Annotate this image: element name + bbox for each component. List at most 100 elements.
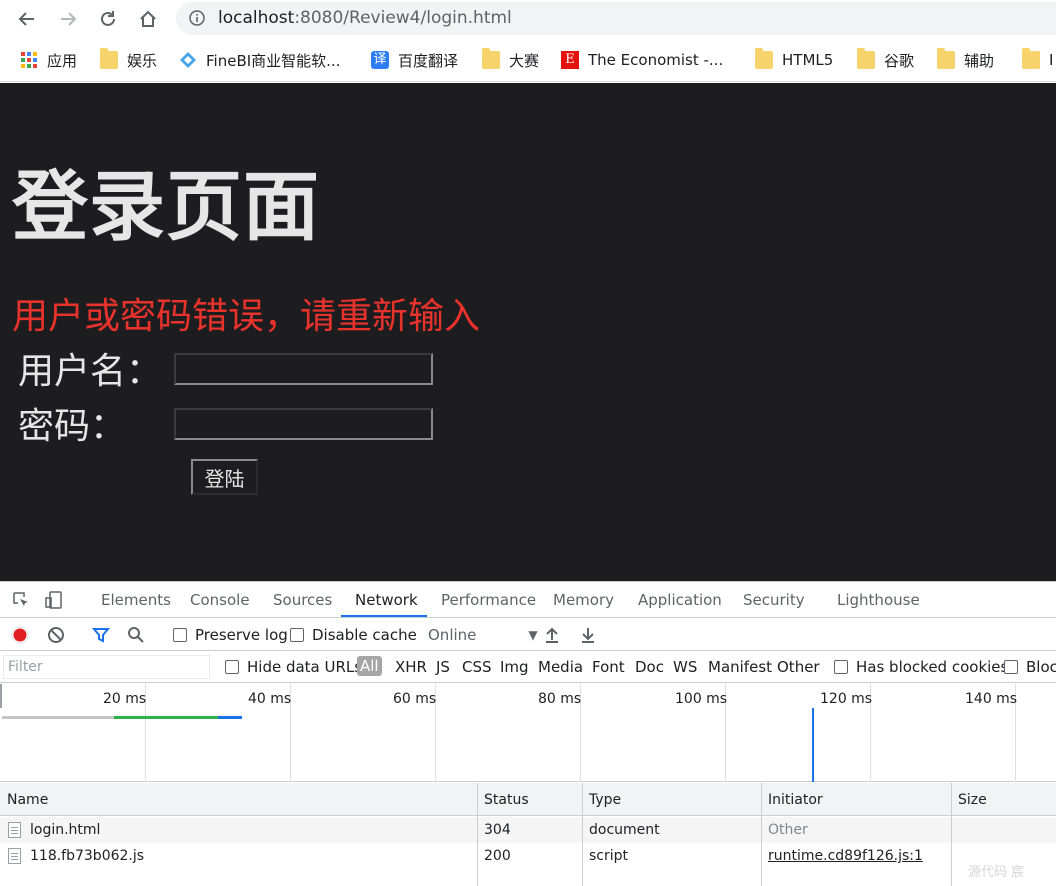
hide-data-urls-checkbox[interactable]: Hide data URLs (225, 658, 362, 676)
timeline-tick-label: 40 ms (248, 691, 292, 707)
economist-icon: E (561, 51, 579, 69)
filter-type-manifest[interactable]: Manifest (708, 658, 772, 676)
bookmark-folder-entertainment[interactable]: 娱乐 (100, 48, 157, 71)
download-icon[interactable] (579, 626, 597, 644)
bookmark-label: 谷歌 (884, 51, 915, 70)
filter-type-all[interactable]: All (357, 656, 382, 676)
clear-icon[interactable] (47, 626, 65, 644)
url-path: :8080/Review4/login.html (294, 8, 512, 28)
checkbox-box (173, 628, 187, 642)
column-header-type[interactable]: Type (589, 792, 621, 808)
bookmark-folder-google[interactable]: 谷歌 (857, 48, 915, 71)
filter-type-doc[interactable]: Doc (635, 658, 664, 676)
checkbox-box (290, 628, 304, 642)
preserve-log-label: Preserve log (195, 626, 288, 644)
table-row[interactable]: login.html 304 document Other (0, 817, 1056, 843)
folder-icon (857, 48, 875, 69)
bookmark-folder-assist[interactable]: 辅助 (937, 48, 995, 71)
has-blocked-cookies-label: Has blocked cookies (856, 658, 1009, 676)
column-divider[interactable] (951, 783, 952, 886)
request-table-header: Name Status Type Initiator Size (0, 783, 1056, 816)
disable-cache-checkbox[interactable]: Disable cache (290, 626, 417, 644)
document-icon (8, 848, 21, 864)
bookmark-finebi[interactable]: FineBI商业智能软... (179, 49, 340, 71)
filter-input[interactable]: Filter (3, 655, 210, 679)
hide-data-urls-label: Hide data URLs (247, 658, 363, 676)
filter-type-xhr[interactable]: XHR (395, 658, 427, 676)
tab-sources[interactable]: Sources (273, 591, 332, 609)
column-divider[interactable] (582, 783, 583, 886)
request-type: script (589, 848, 629, 864)
request-initiator-link[interactable]: runtime.cd89f126.js:1 (768, 848, 923, 864)
reload-button[interactable] (96, 7, 120, 31)
tab-security[interactable]: Security (743, 591, 805, 609)
bookmark-apps[interactable]: 应用 (20, 49, 77, 71)
bookmark-label: 大赛 (509, 51, 540, 70)
password-field[interactable] (174, 408, 433, 440)
tab-lighthouse[interactable]: Lighthouse (837, 591, 920, 609)
column-header-size[interactable]: Size (958, 792, 987, 808)
preserve-log-checkbox[interactable]: Preserve log (173, 626, 288, 644)
bookmark-economist[interactable]: E The Economist -... (561, 49, 723, 71)
column-divider[interactable] (761, 783, 762, 886)
blocked-requests-label: Block (1026, 658, 1056, 676)
filter-bar: Filter Hide data URLs All XHR JS CSS Img… (0, 652, 1056, 683)
baidu-translate-icon: 译 (371, 51, 389, 69)
reload-icon (101, 11, 115, 26)
has-blocked-cookies-checkbox[interactable]: Has blocked cookies (834, 658, 1008, 676)
username-field[interactable] (174, 353, 433, 385)
filter-type-img[interactable]: Img (500, 658, 529, 676)
folder-icon (937, 48, 955, 69)
timeline-tick-label: 80 ms (538, 691, 582, 707)
forward-button[interactable] (56, 7, 80, 31)
checkbox-box (1004, 660, 1018, 674)
bookmarks-bar: 应用 娱乐 FineBI商业智能软... 译 百度翻译 大赛 E The Eco… (0, 38, 1056, 82)
column-header-name[interactable]: Name (7, 792, 48, 808)
disable-cache-label: Disable cache (312, 626, 417, 644)
timeline-waterfall-bar (2, 716, 114, 719)
throttling-select[interactable]: Online ▼ (428, 626, 538, 644)
inspect-element-icon[interactable] (11, 590, 31, 610)
back-button[interactable] (15, 7, 39, 31)
timeline-tick-label: 140 ms (965, 691, 1018, 707)
bookmark-baidu-translate[interactable]: 译 百度翻译 (371, 49, 458, 71)
tab-console[interactable]: Console (190, 591, 250, 609)
bookmark-folder-html5[interactable]: HTML5 (755, 48, 833, 71)
tab-application[interactable]: Application (638, 591, 722, 609)
timeline-overview[interactable]: 20 ms 40 ms 60 ms 80 ms 100 ms 120 ms 14… (0, 684, 1056, 782)
filter-icon[interactable] (92, 626, 110, 644)
info-icon[interactable] (189, 10, 205, 26)
filter-type-media[interactable]: Media (538, 658, 583, 676)
checkbox-box (834, 660, 848, 674)
device-toolbar-icon[interactable] (44, 590, 64, 610)
blocked-requests-checkbox[interactable]: Block (1004, 658, 1056, 676)
filter-type-font[interactable]: Font (592, 658, 625, 676)
timeline-tick-label: 120 ms (820, 691, 873, 707)
column-divider[interactable] (477, 783, 478, 886)
filter-type-css[interactable]: CSS (462, 658, 492, 676)
home-button[interactable] (136, 7, 160, 31)
search-icon[interactable] (127, 626, 145, 644)
tab-elements[interactable]: Elements (101, 591, 171, 609)
bookmark-label: 辅助 (964, 51, 995, 70)
bookmark-label: FineBI商业智能软... (206, 51, 341, 70)
record-icon[interactable] (11, 626, 29, 644)
tab-performance[interactable]: Performance (441, 591, 536, 609)
upload-icon[interactable] (543, 626, 561, 644)
password-label: 密码： (18, 406, 127, 447)
table-row[interactable]: 118.fb73b062.js 200 script runtime.cd89f… (0, 843, 1056, 869)
filter-type-other[interactable]: Other (777, 658, 820, 676)
watermark: 源代码 宸 (968, 865, 1025, 880)
column-header-initiator[interactable]: Initiator (768, 792, 823, 808)
filter-type-js[interactable]: JS (436, 658, 450, 676)
tab-network[interactable]: Network (355, 591, 418, 609)
column-header-status[interactable]: Status (484, 792, 529, 808)
bookmark-folder-contest[interactable]: 大赛 (482, 48, 540, 71)
filter-type-ws[interactable]: WS (673, 658, 697, 676)
bookmark-folder-overflow[interactable]: I (1022, 48, 1053, 71)
address-bar[interactable]: localhost:8080/Review4/login.html (176, 2, 1056, 35)
tab-memory[interactable]: Memory (553, 591, 614, 609)
timeline-tick-label: 100 ms (675, 691, 728, 707)
login-button[interactable]: 登陆 (191, 459, 258, 495)
document-icon (8, 822, 21, 838)
